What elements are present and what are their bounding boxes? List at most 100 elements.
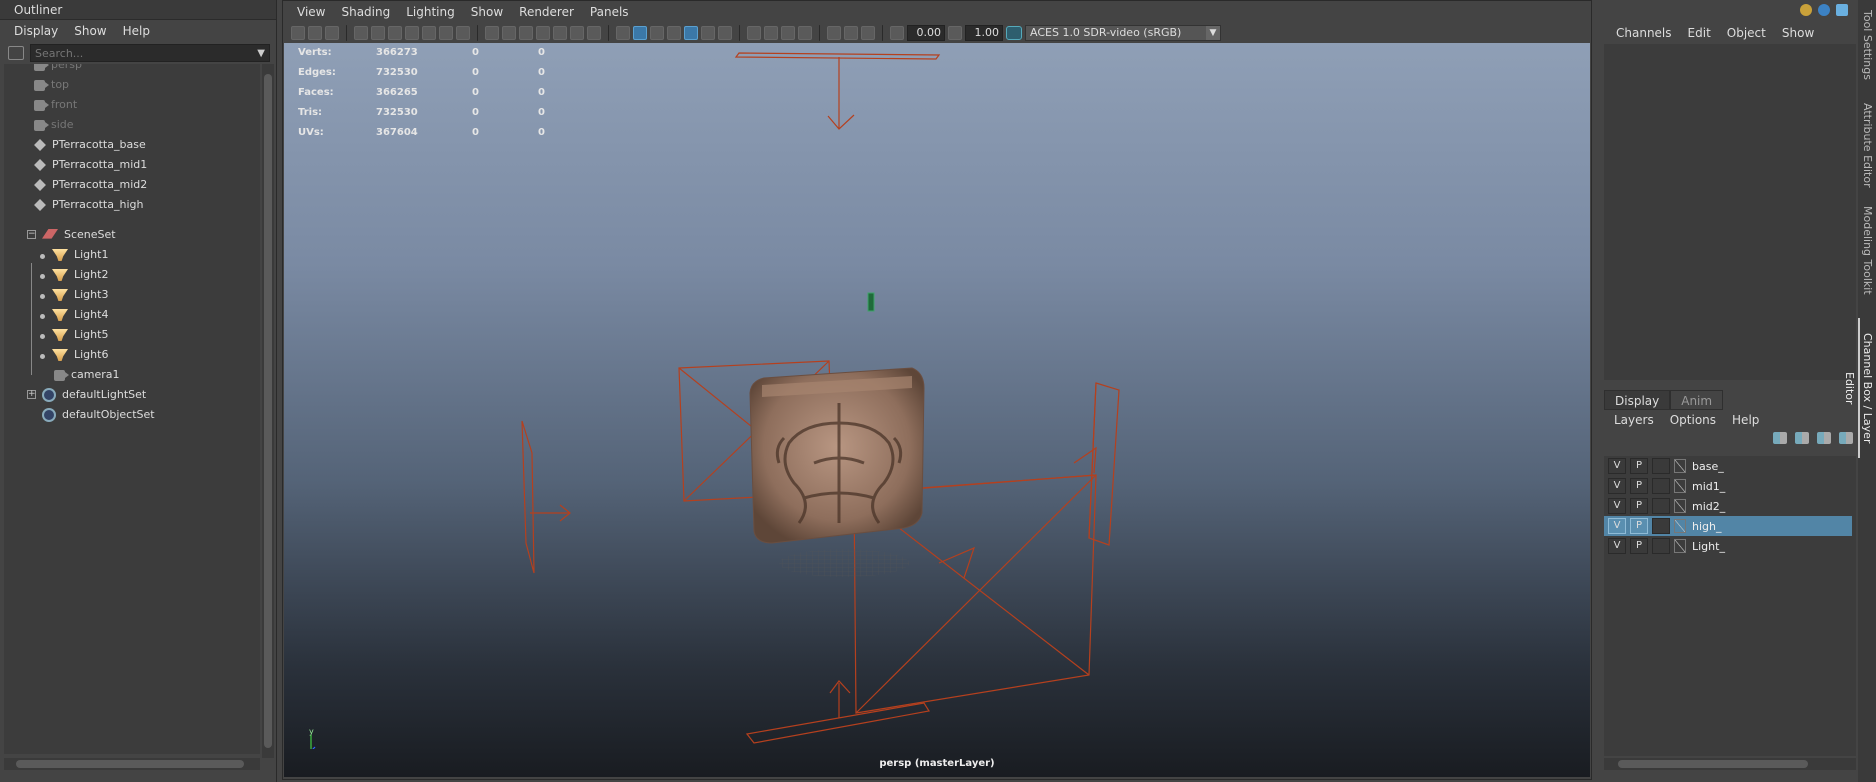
scrollbar-thumb[interactable] [1618,760,1808,768]
visibility-toggle[interactable]: V [1608,478,1626,494]
view-transform-dropdown[interactable]: ACES 1.0 SDR-video (sRGB) ▼ [1025,25,1221,41]
new-layer-icon[interactable] [1817,432,1831,444]
light-gizmo-bottom[interactable] [745,680,930,744]
chevron-down-icon[interactable]: ▼ [257,48,269,59]
wireframe-on-shaded-icon[interactable] [650,26,664,40]
menu-channels[interactable]: Channels [1608,26,1680,40]
exposure-field[interactable]: 0.00 [907,25,945,41]
grid-icon[interactable] [485,26,499,40]
tree-node-camera1[interactable]: camera1 [54,365,120,385]
menu-renderer[interactable]: Renderer [511,5,582,19]
tree-node-pterracotta-mid2[interactable]: PTerracotta_mid2 [34,175,147,195]
layer-editor-horizontal-scrollbar[interactable] [1604,758,1856,770]
tree-node-front[interactable]: front [34,95,77,115]
motion-blur-icon[interactable] [747,26,761,40]
playback-toggle[interactable]: P [1630,538,1648,554]
tree-node-top[interactable]: top [34,75,69,95]
playback-toggle[interactable]: P [1630,518,1648,534]
tree-node-light4[interactable]: Light4 [52,305,108,325]
menu-view[interactable]: View [289,5,333,19]
grease-pencil-icon[interactable] [388,26,402,40]
visibility-toggle[interactable]: V [1608,498,1626,514]
channel-box-area[interactable] [1604,44,1856,380]
side-tab-attribute-editor[interactable]: Attribute Editor [1858,100,1876,190]
depth-of-field-icon[interactable] [781,26,795,40]
filter-icon[interactable] [8,46,24,60]
sync-icon[interactable] [1818,4,1830,16]
side-tab-tool-settings[interactable]: Tool Settings [1858,10,1876,80]
menu-show[interactable]: Show [1774,26,1822,40]
outliner-menu-help[interactable]: Help [115,24,158,38]
safe-action-icon[interactable] [570,26,584,40]
layer-color-swatch[interactable] [1652,518,1670,534]
new-layer-from-selected-icon[interactable] [1839,432,1853,444]
shadows-icon[interactable] [701,26,715,40]
tree-node-sceneset[interactable]: SceneSet [42,225,116,245]
layer-row-high[interactable]: V P high_ [1604,516,1852,536]
pivot-icon[interactable] [422,26,436,40]
paint-icon[interactable] [456,26,470,40]
collapse-toggle[interactable]: − [27,230,36,239]
menu-layers[interactable]: Layers [1606,413,1662,427]
layer-type-icon[interactable] [1674,479,1686,493]
visibility-toggle[interactable]: V [1608,458,1626,474]
lock-camera-icon[interactable] [308,26,322,40]
menu-help[interactable]: Help [1724,413,1767,427]
snap-icon[interactable] [439,26,453,40]
layer-row-base[interactable]: V P base_ [1604,456,1852,476]
tree-node-light3[interactable]: Light3 [52,285,108,305]
tab-anim[interactable]: Anim [1670,390,1724,410]
menu-edit[interactable]: Edit [1680,26,1719,40]
layer-type-icon[interactable] [1674,499,1686,513]
menu-lighting[interactable]: Lighting [398,5,463,19]
outliner-menu-display[interactable]: Display [6,24,66,38]
outliner-search-input[interactable] [35,46,245,60]
menu-panels[interactable]: Panels [582,5,637,19]
scrollbar-thumb[interactable] [264,74,272,748]
tree-node-defaultlightset[interactable]: defaultLightSet [42,385,146,405]
playback-toggle[interactable]: P [1630,478,1648,494]
xray-joints-icon[interactable] [844,26,858,40]
2d-pan-zoom-icon[interactable] [371,26,385,40]
side-tab-channel-box-layer-editor[interactable]: Channel Box / Layer Editor [1843,318,1876,458]
locator-marker[interactable] [867,292,875,312]
select-camera-icon[interactable] [291,26,305,40]
field-chart-icon[interactable] [553,26,567,40]
tab-display[interactable]: Display [1604,390,1671,410]
smooth-shade-icon[interactable] [633,26,647,40]
menu-object[interactable]: Object [1719,26,1774,40]
playback-toggle[interactable]: P [1630,498,1648,514]
layer-type-icon[interactable] [1674,519,1686,533]
menu-shading[interactable]: Shading [333,5,398,19]
tree-node-defaultobjectset[interactable]: defaultObjectSet [42,405,155,425]
tree-node-light2[interactable]: Light2 [52,265,108,285]
side-tab-modeling-toolkit[interactable]: Modeling Toolkit [1858,205,1876,295]
layer-type-icon[interactable] [1674,539,1686,553]
outliner-horizontal-scrollbar[interactable] [4,758,260,770]
menu-show[interactable]: Show [463,5,511,19]
exposure-icon[interactable] [890,26,904,40]
tree-node-side[interactable]: side [34,115,74,135]
xray-components-icon[interactable] [861,26,875,40]
layer-color-swatch[interactable] [1652,538,1670,554]
outliner-vertical-scrollbar[interactable] [262,64,274,758]
layer-row-mid2[interactable]: V P mid2_ [1604,496,1852,516]
layer-row-mid1[interactable]: V P mid1_ [1604,476,1852,496]
visibility-toggle[interactable]: V [1608,538,1626,554]
gate-mask-icon[interactable] [536,26,550,40]
menu-options[interactable]: Options [1662,413,1724,427]
layer-color-swatch[interactable] [1652,498,1670,514]
bookmark-icon[interactable] [405,26,419,40]
layer-row-light[interactable]: V P Light_ [1604,536,1852,556]
chevron-down-icon[interactable]: ▼ [1206,26,1220,40]
tree-node-pterracotta-base[interactable]: PTerracotta_base [34,135,146,155]
layer-color-swatch[interactable] [1652,478,1670,494]
xray-icon[interactable] [827,26,841,40]
3d-viewport[interactable]: Verts: 366273 0 0 Edges: 732530 0 0 Faces: 3662… [284,43,1590,777]
tree-node-light6[interactable]: Light6 [52,345,108,365]
outliner-menu-show[interactable]: Show [66,24,114,38]
color-management-icon[interactable] [1006,26,1022,40]
move-layer-down-icon[interactable] [1795,432,1809,444]
light-gizmo-left[interactable] [521,420,571,574]
gamma-field[interactable]: 1.00 [965,25,1003,41]
